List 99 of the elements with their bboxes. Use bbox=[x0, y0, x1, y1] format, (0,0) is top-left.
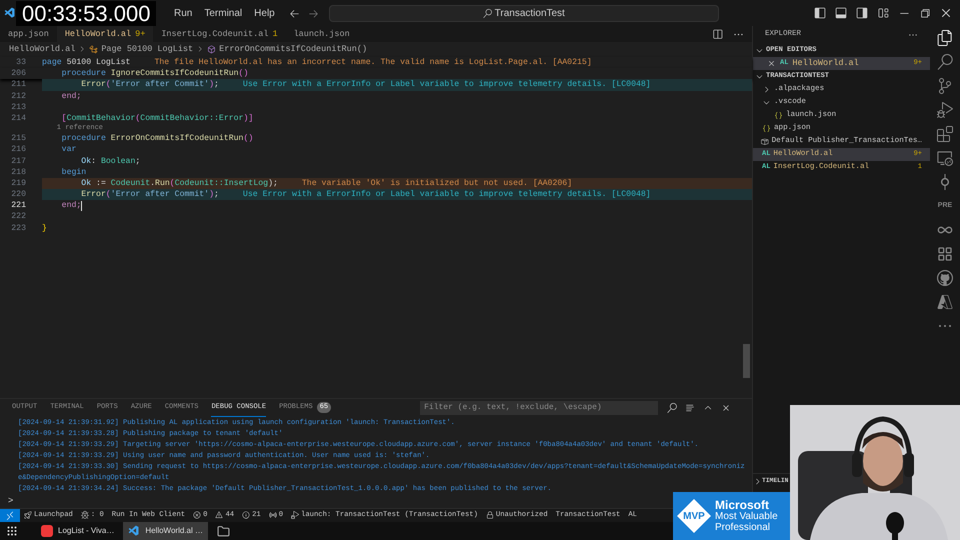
close-icon bbox=[940, 7, 952, 19]
branch-icon[interactable] bbox=[937, 78, 953, 94]
lock-icon bbox=[486, 511, 494, 520]
code-text: page 50100 LogList bbox=[42, 57, 130, 68]
line-number: 211 bbox=[10, 79, 26, 91]
split-editor-icon bbox=[712, 28, 723, 40]
breadcrumb-item[interactable]: HelloWorld.al bbox=[9, 42, 76, 56]
error-icon bbox=[193, 511, 202, 520]
azure-icon[interactable] bbox=[937, 294, 953, 310]
run-debug-icon[interactable] bbox=[937, 102, 953, 118]
method-icon bbox=[207, 44, 216, 54]
line-number: 219 bbox=[10, 178, 26, 190]
rocket-icon bbox=[24, 511, 32, 520]
badge-text: Most Valuable bbox=[715, 510, 778, 522]
line-number: 33 bbox=[15, 57, 26, 68]
github-icon[interactable] bbox=[937, 270, 953, 286]
back-icon bbox=[288, 8, 300, 18]
editor-tab[interactable]: launch.json bbox=[286, 26, 358, 42]
code-text: procedure IgnoreCommitsIfCodeunitRun() bbox=[60, 68, 248, 80]
files-icon[interactable] bbox=[937, 30, 953, 46]
menu-item[interactable]: Run bbox=[174, 6, 192, 20]
editor-tab[interactable]: InsertLog.Codeunit.al 1 bbox=[153, 26, 286, 42]
editor-tab[interactable]: HelloWorld.al 9+ bbox=[56, 26, 154, 42]
code-text: begin bbox=[60, 166, 86, 178]
diagnostic-message: The file HelloWorld.al has an incorrect name. The valid name is LogList.Page.al. [AA0215] bbox=[154, 57, 592, 68]
app-logo-icon bbox=[4, 7, 16, 19]
breadcrumb-item[interactable]: Page 50100 LogList bbox=[101, 42, 194, 56]
diagnostic-message: Use Error with a ErrorInfo or Label variable to improve telemetry details. [LC0048] bbox=[242, 79, 651, 91]
line-number: 218 bbox=[10, 166, 26, 178]
taskbar-app[interactable]: HelloWorld.al … bbox=[123, 522, 208, 540]
code-text: var bbox=[60, 144, 76, 156]
text-cursor bbox=[81, 200, 82, 211]
diagnostic-message: The variable 'Ok' is initialized but not used. [AA0206] bbox=[302, 178, 572, 190]
diagnostic-message: Use Error with a ErrorInfo or Label variable to improve telemetry details. [LC0048] bbox=[242, 189, 651, 200]
list-icon bbox=[685, 403, 696, 413]
chevron-icon bbox=[196, 45, 204, 53]
code-text: } bbox=[42, 222, 47, 234]
console-prompt[interactable]: > bbox=[8, 495, 14, 505]
command-center-label: TransactionTest bbox=[494, 6, 565, 20]
line-number: 223 bbox=[10, 222, 26, 234]
info-icon bbox=[242, 511, 250, 520]
apps-icon[interactable] bbox=[6, 525, 18, 537]
video-timestamp: 00:33:53.000 bbox=[16, 1, 156, 26]
menu-item[interactable]: Help bbox=[254, 6, 275, 20]
code-text: Ok: Boolean; bbox=[80, 156, 140, 167]
code-text: Error('Error after Commit'); bbox=[80, 189, 219, 200]
close-icon bbox=[721, 403, 732, 413]
taskbar-app[interactable]: LogList - Viva… bbox=[36, 522, 120, 540]
badge-text: Professional bbox=[715, 522, 772, 532]
class-icon bbox=[89, 44, 98, 54]
line-number: 212 bbox=[10, 90, 26, 102]
line-number: 221 bbox=[10, 200, 26, 212]
line-number: 215 bbox=[10, 133, 26, 144]
editor-tab[interactable]: app.json bbox=[0, 26, 57, 42]
line-number: 220 bbox=[10, 189, 26, 200]
layout-icon bbox=[877, 7, 889, 19]
code-text: Error('Error after Commit'); bbox=[80, 79, 219, 91]
line-number: 216 bbox=[10, 144, 26, 156]
code-text: procedure ErrorOnCommitsIfCodeunitRun() bbox=[60, 133, 254, 144]
badge-text: Microsoft bbox=[715, 500, 770, 510]
chevron-icon bbox=[78, 45, 86, 53]
extensions-icon[interactable] bbox=[937, 126, 953, 142]
sidebar-layout-icon bbox=[814, 7, 826, 19]
breadcrumb-item[interactable]: ErrorOnCommitsIfCodeunitRun() bbox=[219, 42, 368, 56]
code-text: end; bbox=[60, 200, 82, 212]
search-icon bbox=[482, 8, 492, 18]
json-icon bbox=[774, 111, 783, 120]
debug-icon bbox=[80, 511, 89, 520]
broadcast-icon bbox=[268, 511, 277, 520]
remote-icon bbox=[5, 510, 15, 520]
command-center[interactable]: TransactionTest bbox=[328, 4, 719, 22]
panel-layout-icon bbox=[835, 7, 847, 19]
line-number: 206 bbox=[10, 68, 26, 80]
scrollbar[interactable] bbox=[743, 344, 750, 378]
code-text: end; bbox=[60, 90, 82, 102]
forward-icon bbox=[308, 8, 319, 18]
package-icon bbox=[760, 137, 769, 146]
mvp-mark: MVP bbox=[683, 510, 705, 524]
json-icon bbox=[762, 124, 771, 133]
line-number: 222 bbox=[10, 211, 26, 223]
search-icon bbox=[667, 403, 678, 413]
line-number: 213 bbox=[10, 102, 26, 113]
line-number: 214 bbox=[10, 112, 26, 124]
filter-field[interactable]: Filter (e.g. text, !exclude, \escape) bbox=[420, 401, 658, 415]
restore-icon bbox=[919, 7, 931, 19]
browser-icon bbox=[41, 525, 53, 537]
secondary-sidebar-icon bbox=[856, 7, 868, 19]
close-icon bbox=[767, 59, 776, 68]
menu-item[interactable]: Terminal bbox=[204, 6, 242, 20]
line-number: 217 bbox=[10, 156, 26, 167]
code-text: Ok := Codeunit.Run(Codeunit::InsertLog); bbox=[80, 178, 278, 190]
run-icon bbox=[291, 511, 300, 520]
folder-icon bbox=[216, 524, 230, 538]
search-icon[interactable] bbox=[937, 54, 953, 70]
app-logo-icon bbox=[128, 525, 140, 537]
code-text: [CommitBehavior(CommitBehavior::Error)] bbox=[60, 112, 254, 124]
monitor-icon[interactable] bbox=[937, 150, 953, 166]
grid-icon[interactable] bbox=[937, 246, 953, 262]
warning-icon bbox=[215, 511, 224, 520]
